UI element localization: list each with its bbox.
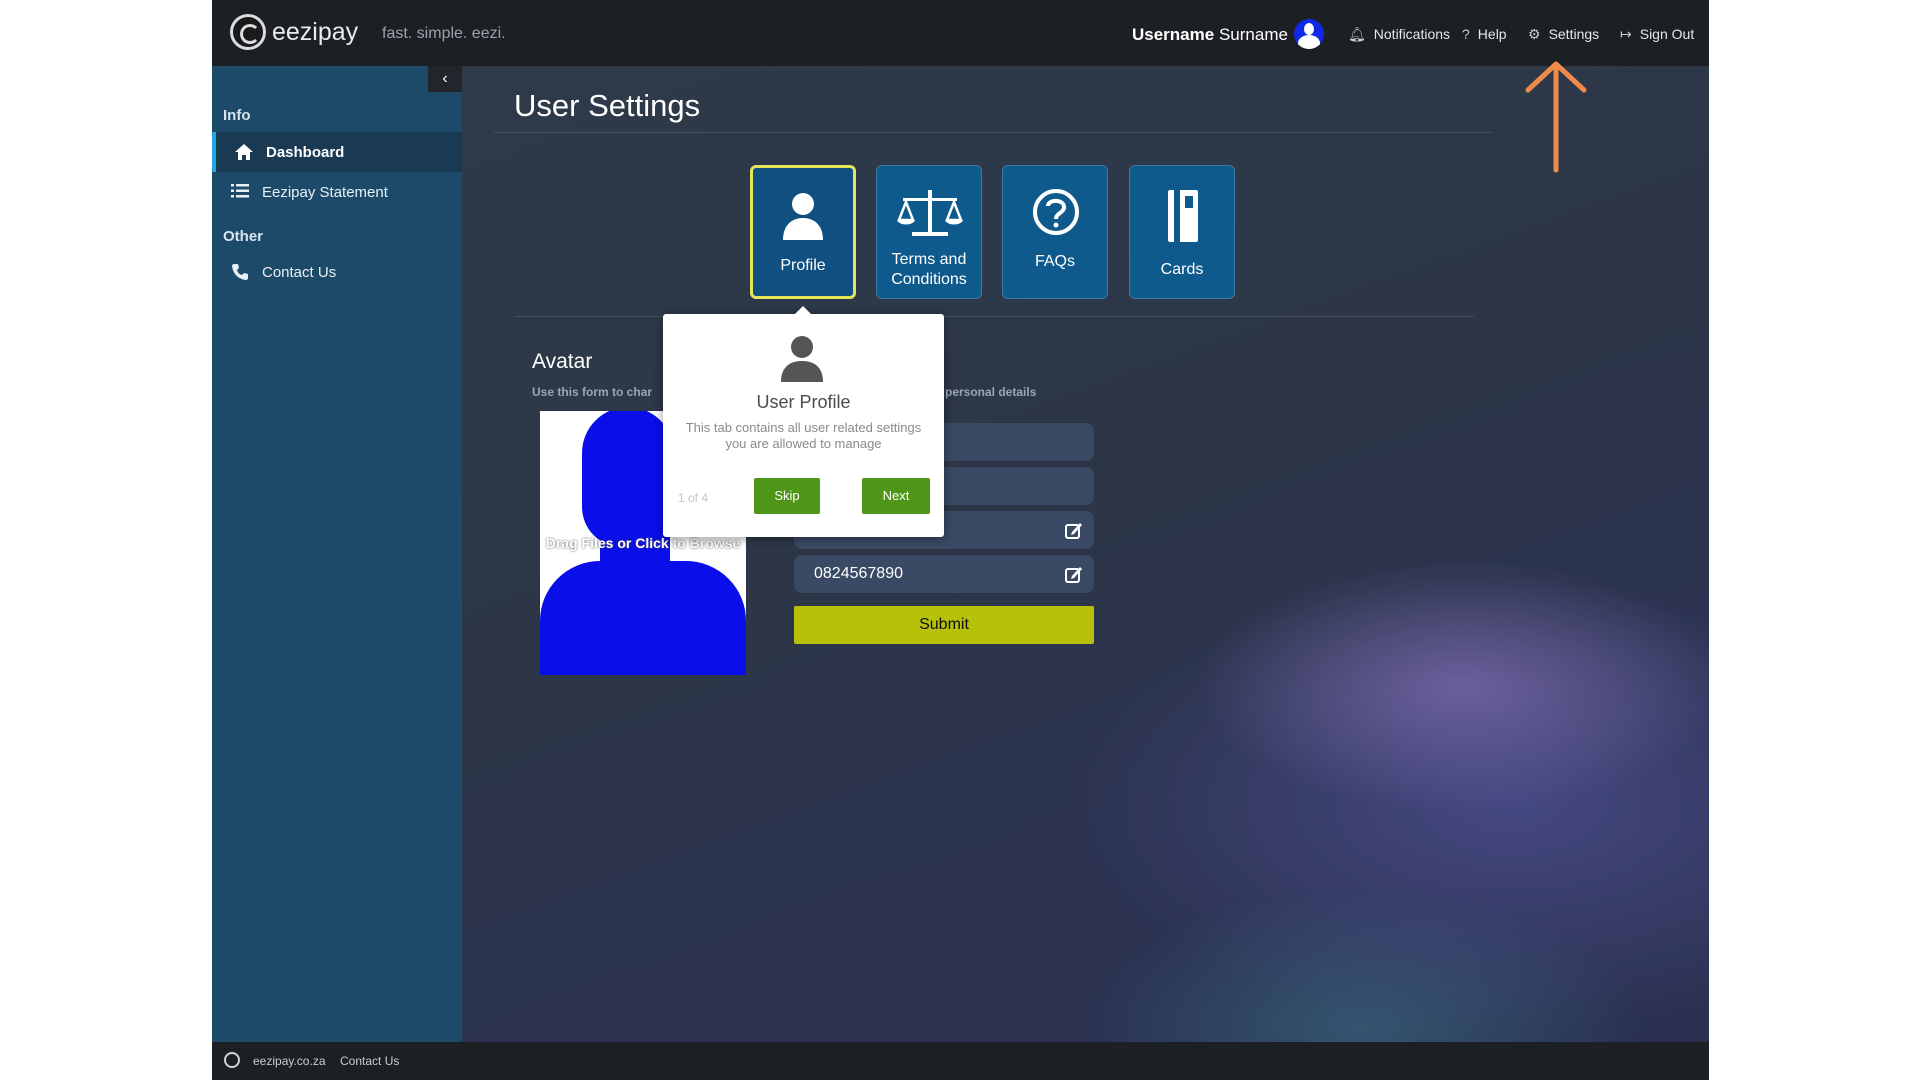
phone-icon (230, 263, 250, 281)
annotation-arrow-icon (1520, 60, 1590, 174)
brand-name[interactable]: eezipay (272, 18, 358, 47)
tour-title: User Profile (756, 392, 851, 412)
sign-out-label: Sign Out (1639, 26, 1695, 42)
tour-body: This tab contains all user related setti… (685, 420, 922, 451)
submit-button[interactable]: Submit (794, 606, 1094, 644)
user-first-name: Username (1132, 25, 1215, 44)
dropzone-text: Drag Files or Click to Browse (545, 535, 741, 551)
sidebar-item-label: Eezipay Statement (262, 184, 388, 201)
user-last-name: Surname (1218, 25, 1288, 44)
popover-arrow (795, 306, 811, 314)
help-link[interactable]: ? Help (1462, 26, 1507, 42)
help-label: Help (1477, 26, 1507, 42)
sidebar-section-other: Other (223, 228, 264, 245)
user-name[interactable]: Username Surname (1132, 25, 1288, 45)
tab-label-line1: Terms and (891, 251, 967, 268)
avatar-heading: Avatar (532, 350, 593, 373)
eezipay-logo-icon[interactable] (230, 14, 266, 50)
edit-icon[interactable] (1064, 564, 1084, 584)
avatar-description: Use this form to char (532, 385, 653, 399)
collapse-sidebar-button[interactable]: ‹ (428, 66, 462, 92)
top-bar: eezipay fast. simple. eezi. Username Sur… (212, 0, 1709, 66)
question-circle-icon (1003, 188, 1107, 240)
user-icon (779, 334, 825, 384)
edit-icon[interactable] (1064, 520, 1084, 540)
bell-icon: 🔔︎ (1348, 26, 1366, 42)
footer-site-link[interactable]: eezipay.co.za (253, 1054, 326, 1068)
tab-label: FAQs (1034, 253, 1075, 270)
settings-label: Settings (1548, 26, 1600, 42)
tab-faqs[interactable]: FAQs (1002, 165, 1108, 299)
sidebar-item-label: Contact Us (262, 264, 337, 281)
user-icon (753, 190, 853, 242)
tab-label-line2: Conditions (891, 271, 967, 288)
sign-out-link[interactable]: ↦ Sign Out (1620, 26, 1694, 43)
eezipay-logo-icon (224, 1052, 240, 1068)
sidebar-item-dashboard[interactable]: Dashboard (212, 132, 462, 172)
tab-label: Profile (780, 257, 826, 274)
user-avatar[interactable] (1294, 19, 1324, 49)
sign-out-icon: ↦ (1620, 26, 1632, 42)
tab-label: Terms and Conditions (877, 250, 981, 290)
gear-icon: ⚙ (1528, 26, 1541, 42)
sidebar-item-eezipay-statement[interactable]: Eezipay Statement (212, 172, 462, 212)
sidebar: ‹ Info Dashboard Eezipay Statement Other… (212, 66, 462, 1042)
list-icon (230, 183, 250, 201)
tab-cards[interactable]: Cards (1129, 165, 1235, 299)
scales-icon (877, 188, 981, 240)
home-icon (234, 143, 254, 161)
sidebar-item-contact-us[interactable]: Contact Us (212, 252, 462, 292)
notifications-label: Notifications (1373, 26, 1451, 42)
title-divider (494, 132, 1492, 133)
phone-input[interactable] (814, 555, 1054, 593)
sidebar-item-label: Dashboard (266, 144, 345, 161)
tour-skip-button[interactable]: Skip (754, 478, 820, 514)
footer-contact-link[interactable]: Contact Us (340, 1054, 399, 1068)
tab-terms-and-conditions[interactable]: Terms and Conditions (876, 165, 982, 299)
tagline: fast. simple. eezi. (382, 25, 506, 42)
chevron-left-icon: ‹ (442, 70, 448, 87)
tour-next-button[interactable]: Next (862, 478, 930, 514)
settings-link[interactable]: ⚙ Settings (1528, 26, 1599, 43)
app-window: eezipay fast. simple. eezi. Username Sur… (212, 0, 1709, 1080)
notifications-link[interactable]: 🔔︎ Notifications (1348, 26, 1450, 43)
page-title: User Settings (514, 88, 701, 123)
phone-field[interactable] (794, 555, 1094, 593)
tabs-divider (514, 316, 1474, 317)
tour-step-counter: 1 of 4 (678, 491, 709, 505)
question-icon: ? (1462, 26, 1470, 42)
tab-profile[interactable]: Profile (750, 165, 856, 299)
details-description: r personal details (937, 385, 1037, 399)
tab-label: Cards (1160, 261, 1204, 278)
tour-popover: User Profile This tab contains all user … (663, 306, 944, 537)
card-icon (1130, 188, 1234, 242)
footer: eezipay.co.za Contact Us (212, 1042, 1709, 1080)
sidebar-section-info: Info (223, 107, 251, 124)
